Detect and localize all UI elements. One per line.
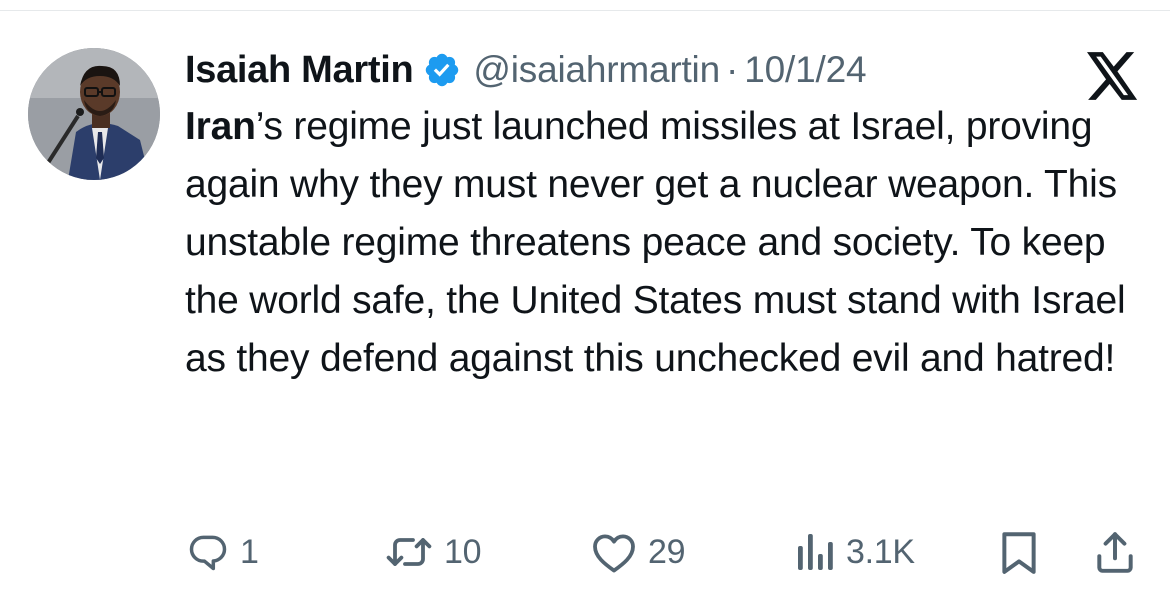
top-divider bbox=[0, 10, 1170, 11]
reply-count: 1 bbox=[240, 532, 259, 571]
views-icon bbox=[798, 534, 833, 570]
author-handle[interactable]: @isaiahrmartin bbox=[473, 49, 720, 91]
verified-badge-icon[interactable] bbox=[423, 51, 461, 89]
bookmark-button[interactable] bbox=[998, 522, 1040, 582]
bookmark-icon bbox=[1002, 532, 1036, 574]
tweet-header: Isaiah Martin @isaiahrmartin · 10/1/24 bbox=[185, 44, 867, 96]
like-button[interactable]: 29 bbox=[590, 522, 686, 582]
reply-button[interactable]: 1 bbox=[186, 522, 259, 582]
repost-button[interactable]: 10 bbox=[384, 522, 482, 582]
author-name[interactable]: Isaiah Martin bbox=[185, 49, 414, 92]
repost-icon bbox=[386, 538, 432, 566]
tweet-text-body: ’s regime just launched missiles at Isra… bbox=[185, 105, 1126, 380]
tweet-text: Iran’s regime just launched missiles at … bbox=[185, 98, 1155, 388]
action-bar: 1 10 29 3.1K bbox=[0, 522, 1170, 582]
share-button[interactable] bbox=[1094, 522, 1136, 582]
avatar-photo bbox=[28, 48, 160, 180]
tweet-date[interactable]: 10/1/24 bbox=[744, 49, 866, 91]
heart-icon bbox=[593, 534, 635, 573]
avatar[interactable] bbox=[28, 48, 160, 180]
tweet-text-highlight[interactable]: Iran bbox=[185, 105, 256, 148]
like-count: 29 bbox=[648, 532, 686, 571]
views-button[interactable]: 3.1K bbox=[796, 522, 915, 582]
separator-dot: · bbox=[725, 49, 739, 90]
views-count: 3.1K bbox=[846, 532, 915, 571]
x-logo-icon bbox=[1087, 52, 1139, 100]
repost-count: 10 bbox=[444, 532, 482, 571]
reply-icon bbox=[189, 535, 227, 571]
share-icon bbox=[1097, 532, 1133, 573]
